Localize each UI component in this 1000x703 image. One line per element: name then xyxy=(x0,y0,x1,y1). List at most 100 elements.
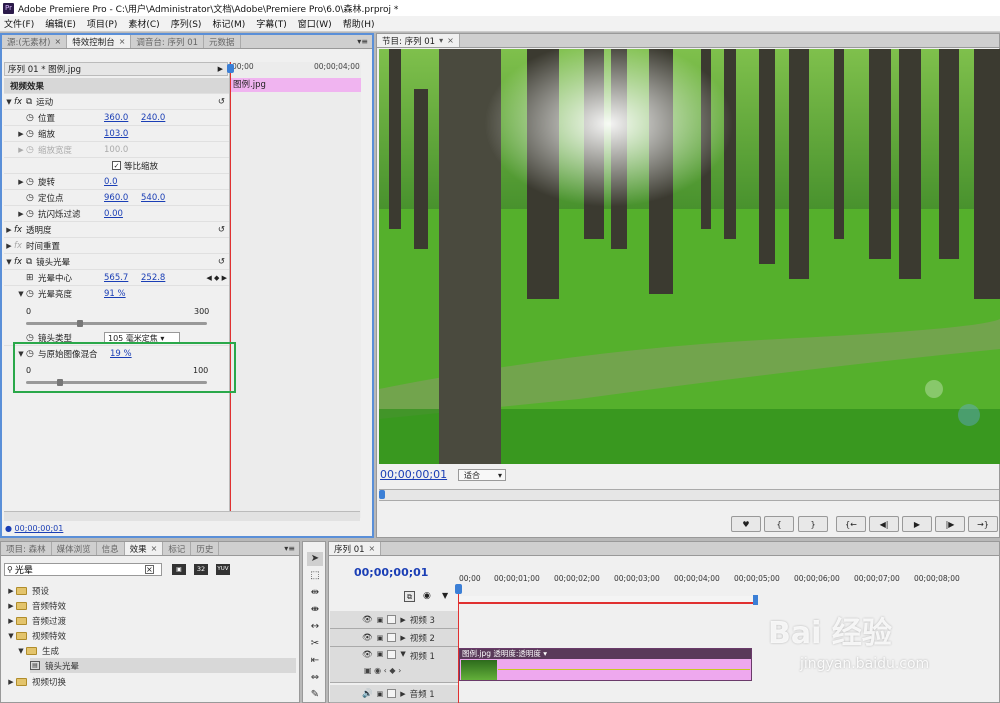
play-button[interactable]: ▶ xyxy=(902,516,932,532)
menu-edit[interactable]: 编辑(E) xyxy=(45,17,76,30)
lock-toggle[interactable] xyxy=(387,615,397,624)
eye-icon[interactable]: 👁 xyxy=(362,615,373,625)
close-icon[interactable]: × xyxy=(369,544,376,553)
timeline-playhead-handle[interactable] xyxy=(455,584,462,594)
go-to-in-button[interactable]: {← xyxy=(836,516,866,532)
tab-metadata[interactable]: 元数据 xyxy=(204,35,241,48)
reset-icon[interactable]: ↺ xyxy=(218,257,225,267)
uniform-scale-checkbox[interactable]: ✓ xyxy=(112,161,121,170)
close-icon[interactable]: × xyxy=(119,37,126,46)
ec-clip-bar[interactable]: 图例.jpg xyxy=(231,78,361,92)
eye-icon[interactable]: 👁 xyxy=(362,650,373,660)
lock-toggle[interactable] xyxy=(387,650,397,659)
stopwatch-icon[interactable]: ◷ xyxy=(26,289,38,299)
lock-toggle[interactable] xyxy=(387,689,397,698)
stopwatch-icon[interactable]: ◷ xyxy=(26,193,38,203)
program-video-frame[interactable] xyxy=(379,49,1000,464)
go-to-out-button[interactable]: →} xyxy=(968,516,998,532)
expand-icon[interactable]: ▶ xyxy=(400,690,405,698)
set-marker-icon[interactable]: ▼ xyxy=(442,591,448,600)
fx-icon[interactable]: fx xyxy=(14,225,22,235)
panel-menu-icon[interactable]: ▾≡ xyxy=(284,544,295,553)
flicker-value[interactable]: 0.00 xyxy=(104,209,123,219)
tree-audio-transitions[interactable]: ▶ 音频过渡 xyxy=(6,613,296,628)
tab-effect-controls[interactable]: 特效控制台 × xyxy=(67,35,132,48)
work-area-bar[interactable] xyxy=(459,596,757,604)
tab-history[interactable]: 历史 xyxy=(191,542,220,555)
expand-icon[interactable]: ▶ xyxy=(16,130,26,138)
effect-motion[interactable]: ▼ fx ⧉ 运动 ↺ xyxy=(4,94,229,110)
play-arrow-icon[interactable]: ▶ xyxy=(218,65,223,73)
ec-playhead-handle[interactable] xyxy=(227,64,234,73)
expand-icon[interactable]: ▶ xyxy=(16,178,26,186)
tree-video-effects[interactable]: ▼ 视频特效 xyxy=(6,628,296,643)
menu-sequence[interactable]: 序列(S) xyxy=(171,17,202,30)
keyframe-nav-icon[interactable]: ◀ ◆ ▶ xyxy=(206,274,227,282)
anchor-y-value[interactable]: 540.0 xyxy=(141,193,165,203)
rotation-value[interactable]: 0.0 xyxy=(104,177,118,187)
tab-info[interactable]: 信息 xyxy=(97,542,125,555)
menu-window[interactable]: 窗口(W) xyxy=(298,17,332,30)
program-timecode[interactable]: 00;00;00;01 xyxy=(380,468,447,481)
fit-dropdown[interactable]: 适合 ▾ xyxy=(458,469,506,481)
stopwatch-icon[interactable]: ◷ xyxy=(26,209,38,219)
brightness-slider-handle[interactable] xyxy=(77,320,84,327)
expand-icon[interactable]: ▼ xyxy=(16,290,26,298)
eye-icon[interactable]: 👁 xyxy=(362,633,373,643)
tab-project[interactable]: 项目: 森林 xyxy=(1,542,52,555)
blend-slider-track[interactable] xyxy=(26,381,207,384)
scale-value[interactable]: 103.0 xyxy=(104,129,128,139)
fx-icon[interactable]: fx xyxy=(14,257,22,267)
clear-search-icon[interactable]: × xyxy=(144,565,154,574)
track-select-tool-icon[interactable]: ⬚ xyxy=(307,569,323,583)
step-back-button[interactable]: ◀| xyxy=(869,516,899,532)
flare-center-x-value[interactable]: 565.7 xyxy=(104,273,141,283)
panel-menu-icon[interactable]: ▾≡ xyxy=(357,37,368,46)
tab-sequence[interactable]: 序列 01 × xyxy=(329,542,382,555)
blend-slider-handle[interactable] xyxy=(57,379,64,386)
snap-icon[interactable]: ⧉ xyxy=(404,591,415,602)
anchor-x-value[interactable]: 960.0 xyxy=(104,193,141,203)
ec-playhead[interactable] xyxy=(230,62,231,518)
32bit-badge[interactable]: 32 xyxy=(194,564,208,575)
rate-stretch-tool-icon[interactable]: ↔ xyxy=(307,620,323,634)
slip-tool-icon[interactable]: ⇤ xyxy=(307,654,323,668)
timeline-clip[interactable]: 图例.jpg 透明度:透明度 ▾ xyxy=(459,648,752,681)
tree-lens-flare[interactable]: ▤ 镜头光晕 xyxy=(30,658,296,673)
stopwatch-icon[interactable]: ◷ xyxy=(26,349,38,359)
effect-time-remap[interactable]: ▶ fx 时间重置 xyxy=(4,238,229,254)
stopwatch-icon[interactable]: ◷ xyxy=(26,113,38,123)
marker-icon[interactable]: ◉ xyxy=(423,591,431,601)
expand-icon[interactable]: ▶ xyxy=(16,210,26,218)
step-forward-button[interactable]: |▶ xyxy=(935,516,965,532)
position-y-value[interactable]: 240.0 xyxy=(141,113,165,123)
tab-program[interactable]: 节目: 序列 01 ▾ × xyxy=(377,34,460,47)
position-x-value[interactable]: 360.0 xyxy=(104,113,141,123)
expand-icon[interactable]: ▼ xyxy=(4,98,14,106)
close-icon[interactable]: × xyxy=(55,37,62,46)
yuv-badge[interactable]: YUV xyxy=(216,564,230,575)
effect-opacity[interactable]: ▶ fx 透明度 ↺ xyxy=(4,222,229,238)
expand-icon[interactable]: ▼ xyxy=(16,350,26,358)
menu-project[interactable]: 项目(P) xyxy=(87,17,117,30)
fx-icon[interactable]: fx xyxy=(14,97,22,107)
brightness-slider-track[interactable] xyxy=(26,322,207,325)
expand-icon[interactable]: ▶ xyxy=(4,242,14,250)
tab-source[interactable]: 源:(无素材) × xyxy=(2,35,68,48)
timeline-playhead[interactable] xyxy=(458,584,459,703)
effect-lens-flare[interactable]: ▼ fx ⧉ 镜头光晕 ↺ xyxy=(4,254,229,270)
marker-button[interactable]: ♥ xyxy=(731,516,761,532)
tree-video-transitions[interactable]: ▶ 视频切换 xyxy=(6,674,296,689)
expand-icon[interactable]: ▼ xyxy=(400,650,405,658)
tab-effects[interactable]: 效果 × xyxy=(124,542,164,555)
menu-clip[interactable]: 素材(C) xyxy=(128,17,159,30)
stopwatch-icon[interactable]: ◷ xyxy=(26,129,38,139)
menu-help[interactable]: 帮助(H) xyxy=(343,17,375,30)
stopwatch-icon[interactable]: ◷ xyxy=(26,333,38,343)
mark-out-button[interactable]: } xyxy=(798,516,828,532)
mark-in-button[interactable]: { xyxy=(764,516,794,532)
reset-icon[interactable]: ↺ xyxy=(218,225,225,235)
dropdown-icon[interactable]: ▾ xyxy=(439,36,443,45)
tab-audio-mixer[interactable]: 调音台: 序列 01 xyxy=(131,35,205,48)
expand-icon[interactable]: ▶ xyxy=(400,616,405,624)
